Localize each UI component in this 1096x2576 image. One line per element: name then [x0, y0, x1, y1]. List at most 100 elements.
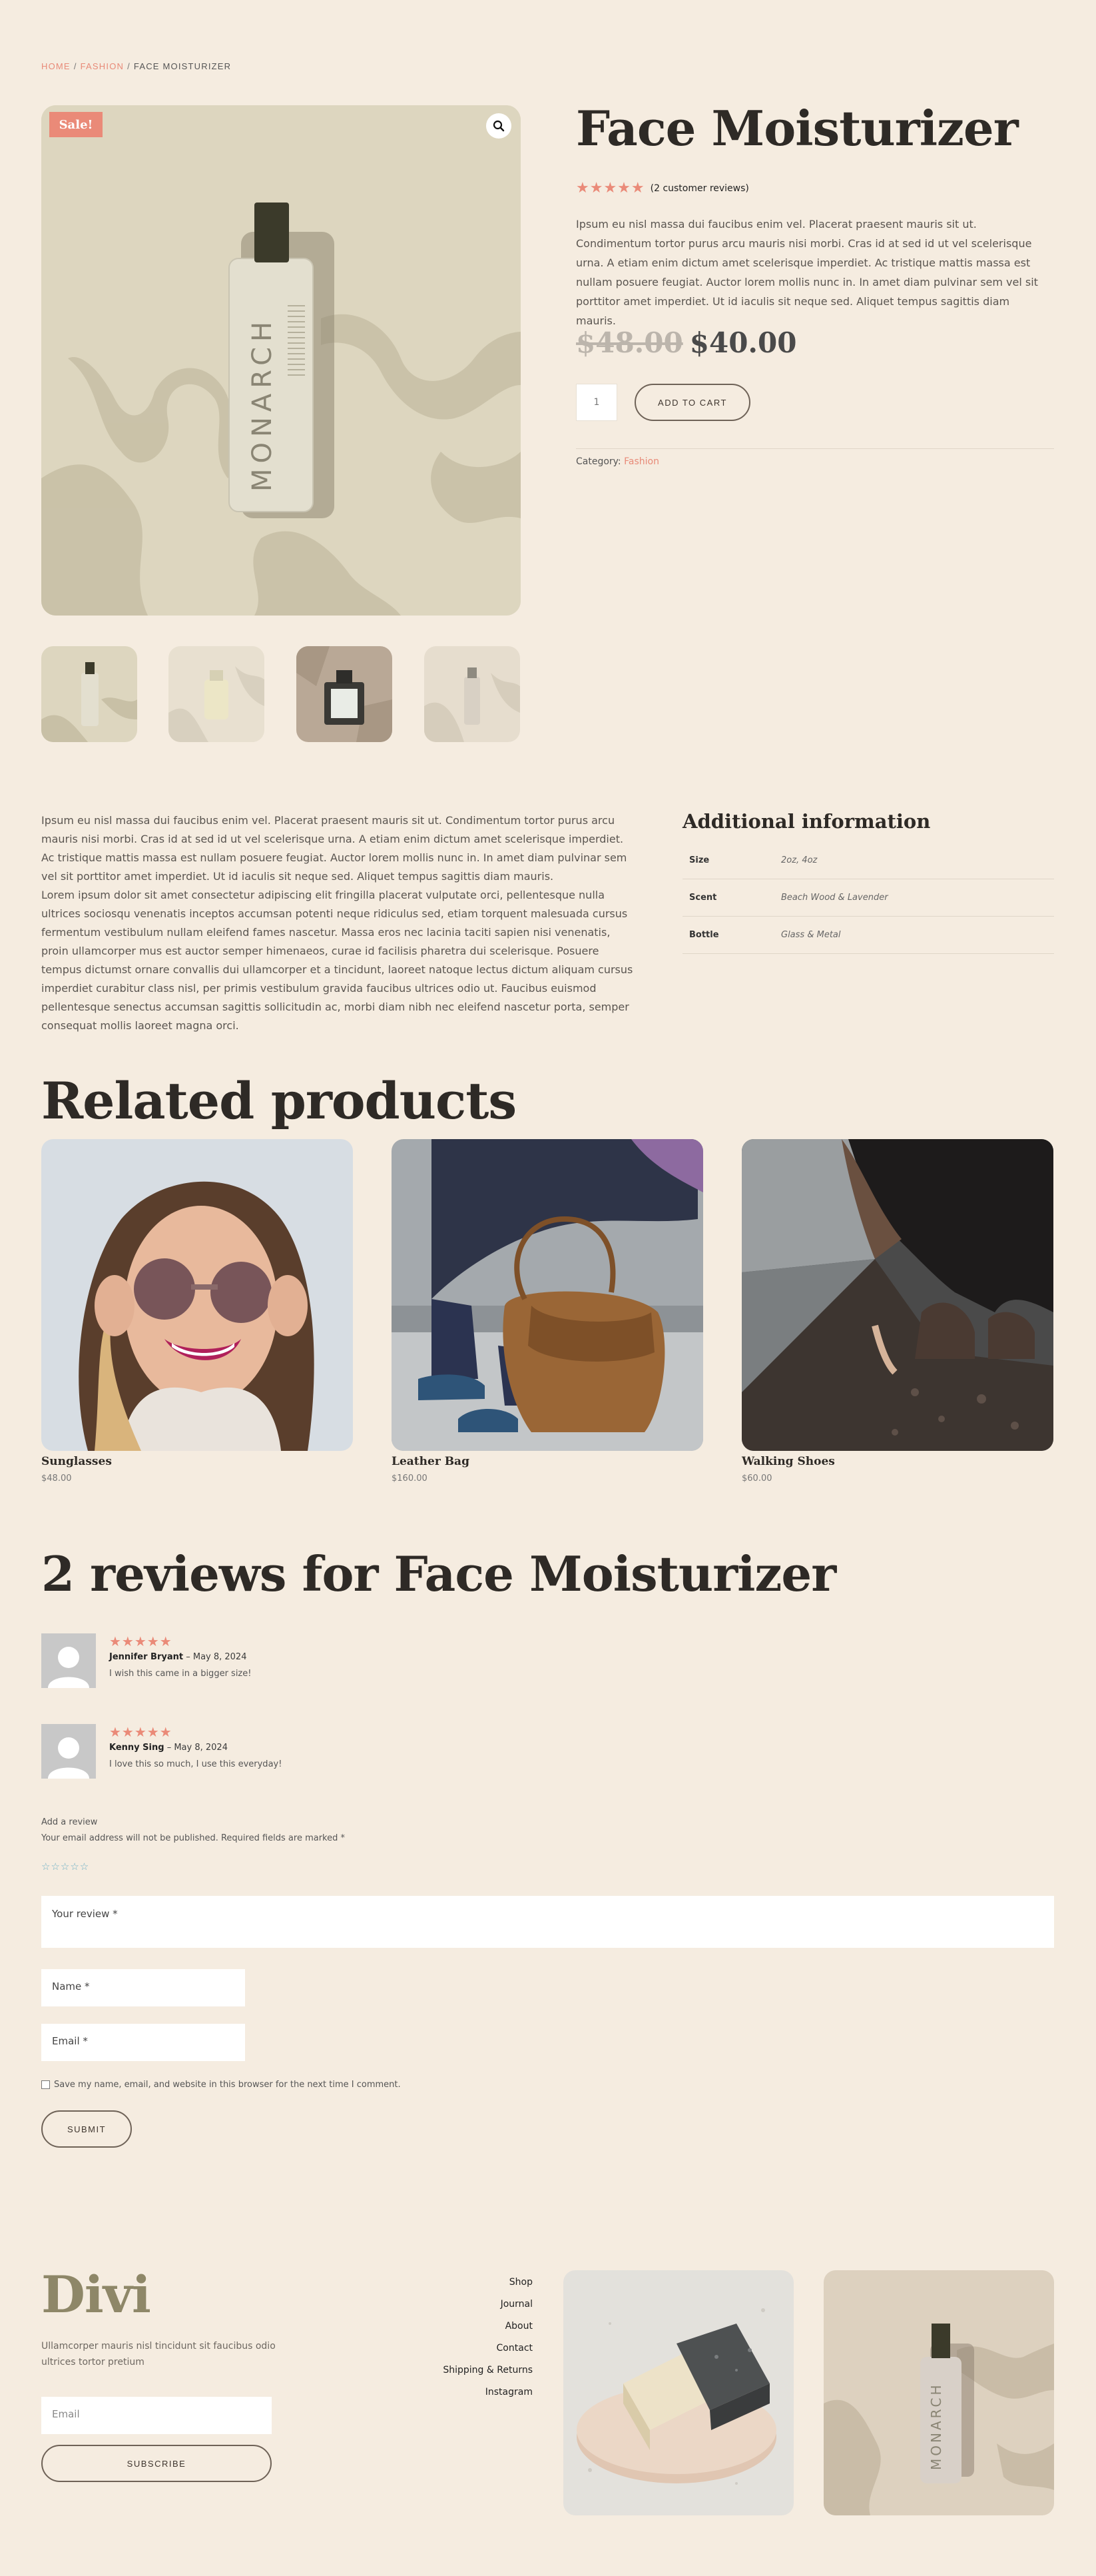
- footer-link-instagram[interactable]: Instagram: [400, 2381, 533, 2403]
- thumbnail-image: [296, 646, 392, 742]
- breadcrumb-separator: /: [127, 61, 131, 71]
- product-long-description: Ipsum eu nisl massa dui faucibus enim ve…: [41, 814, 633, 1032]
- review-item: ★★★★★ Kenny Sing – May 8, 2024 I love th…: [41, 1724, 282, 1779]
- product-category: Category: Fashion: [576, 456, 659, 467]
- soap-photo: [563, 2270, 794, 2515]
- thumbnail-image: [41, 646, 137, 742]
- breadcrumb-separator: /: [73, 61, 77, 71]
- leather-bag-photo: [392, 1139, 703, 1451]
- related-product-price: $60.00: [742, 1474, 772, 1484]
- bottle-photo: MONARCH: [824, 2270, 1054, 2515]
- review-author: Kenny Sing: [109, 1743, 164, 1753]
- attribute-value: 2oz, 4oz: [781, 855, 818, 865]
- related-product-price: $160.00: [392, 1474, 427, 1484]
- user-avatar-icon: [41, 1633, 96, 1688]
- product-main-image[interactable]: MONARCH Sale!: [41, 105, 521, 616]
- footer-logo[interactable]: Divi: [41, 2265, 151, 2324]
- thumbnail-4[interactable]: [424, 646, 520, 742]
- additional-info-title: Additional information: [683, 810, 931, 833]
- breadcrumb: Home / Fashion / Face Moisturizer: [41, 61, 231, 71]
- product-title: Face Moisturizer: [576, 100, 1019, 157]
- review-textarea[interactable]: Your review *: [41, 1896, 1054, 1948]
- review-stars: ★★★★★: [109, 1633, 172, 1649]
- additional-info-row: Bottle Glass & Metal: [683, 917, 1054, 954]
- review-author: Jennifer Bryant: [109, 1652, 184, 1662]
- save-info-checkbox[interactable]: [41, 2080, 50, 2089]
- sunglasses-photo: [41, 1139, 353, 1451]
- related-product-image[interactable]: [742, 1139, 1053, 1451]
- thumbnail-3[interactable]: [296, 646, 392, 742]
- save-info-label: Save my name, email, and website in this…: [54, 2080, 401, 2090]
- avatar: [41, 1724, 96, 1779]
- footer-link-journal[interactable]: Journal: [400, 2294, 533, 2316]
- related-product-card[interactable]: Leather Bag $160.00: [392, 1139, 703, 1484]
- related-product-name[interactable]: Leather Bag: [392, 1455, 703, 1468]
- product-price: $48.00 $40.00: [576, 326, 797, 359]
- customer-reviews-link[interactable]: (2 customer reviews): [651, 183, 749, 194]
- footer-nav: Shop Journal About Contact Shipping & Re…: [400, 2272, 533, 2403]
- attribute-value: Beach Wood & Lavender: [781, 893, 888, 903]
- attribute-name: Bottle: [689, 930, 719, 940]
- quantity-input[interactable]: 1: [576, 384, 617, 421]
- product-photo: MONARCH: [41, 105, 521, 616]
- email-field[interactable]: Email *: [41, 2024, 245, 2061]
- bottle-brand-text: MONARCH: [247, 316, 278, 492]
- reviews-title: 2 reviews for Face Moisturizer: [41, 1545, 836, 1602]
- footer-link-contact[interactable]: Contact: [400, 2338, 533, 2360]
- category-link[interactable]: Fashion: [624, 456, 659, 467]
- add-review-heading: Add a review: [41, 1817, 98, 1827]
- breadcrumb-home-link[interactable]: Home: [41, 61, 71, 71]
- attribute-name: Size: [689, 855, 710, 865]
- additional-info-table: Size 2oz, 4oz Scent Beach Wood & Lavende…: [683, 842, 1054, 954]
- price-original: $48.00: [576, 326, 683, 359]
- footer-link-shop[interactable]: Shop: [400, 2272, 533, 2294]
- breadcrumb-category-link[interactable]: Fashion: [81, 61, 124, 71]
- star-rating-input[interactable]: ☆☆☆☆☆: [41, 1861, 89, 1873]
- review-item: ★★★★★ Jennifer Bryant – May 8, 2024 I wi…: [41, 1633, 251, 1688]
- related-product-card[interactable]: Sunglasses $48.00: [41, 1139, 353, 1484]
- footer-link-shipping[interactable]: Shipping & Returns: [400, 2360, 533, 2381]
- additional-info-row: Scent Beach Wood & Lavender: [683, 879, 1054, 917]
- divider: [576, 448, 1054, 449]
- rating-stars: ★★★★★: [576, 180, 645, 197]
- additional-info-row: Size 2oz, 4oz: [683, 842, 1054, 879]
- related-product-name[interactable]: Walking Shoes: [742, 1455, 1053, 1468]
- submit-button[interactable]: Submit: [41, 2110, 132, 2148]
- related-product-price: $48.00: [41, 1474, 72, 1484]
- footer-image-soap: [563, 2270, 794, 2515]
- review-text: I wish this came in a bigger size!: [109, 1669, 252, 1679]
- attribute-name: Scent: [689, 893, 717, 903]
- review-date: – May 8, 2024: [186, 1652, 247, 1662]
- related-product-card[interactable]: Walking Shoes $60.00: [742, 1139, 1053, 1484]
- price-sale: $40.00: [689, 326, 797, 359]
- magnifier-icon: [493, 120, 505, 132]
- breadcrumb-current: Face Moisturizer: [133, 61, 232, 71]
- thumbnail-image: [168, 646, 264, 742]
- product-rating: ★★★★★ (2 customer reviews): [576, 180, 749, 197]
- review-text: I love this so much, I use this everyday…: [109, 1759, 282, 1769]
- user-avatar-icon: [41, 1724, 96, 1779]
- footer-description: Ullamcorper mauris nisl tincidunt sit fa…: [41, 2341, 276, 2367]
- related-products-title: Related products: [41, 1071, 517, 1130]
- thumbnail-1[interactable]: [41, 646, 137, 742]
- product-short-description: Ipsum eu nisl massa dui faucibus enim ve…: [576, 218, 1038, 327]
- footer-image-bottle: MONARCH: [824, 2270, 1054, 2515]
- walking-shoes-photo: [742, 1139, 1053, 1451]
- zoom-button[interactable]: [486, 113, 511, 139]
- add-to-cart-button[interactable]: Add to cart: [635, 384, 750, 421]
- sale-badge: Sale!: [49, 112, 103, 137]
- footer-link-about[interactable]: About: [400, 2316, 533, 2338]
- name-field[interactable]: Name *: [41, 1969, 245, 2006]
- review-date: – May 8, 2024: [166, 1743, 228, 1753]
- related-product-image[interactable]: [392, 1139, 703, 1451]
- footer-bottle-brand-text: MONARCH: [928, 2382, 944, 2470]
- save-info-row: Save my name, email, and website in this…: [41, 2080, 401, 2090]
- newsletter-email-input[interactable]: Email: [41, 2397, 272, 2434]
- subscribe-button[interactable]: Subscribe: [41, 2445, 272, 2482]
- related-product-image[interactable]: [41, 1139, 353, 1451]
- avatar: [41, 1633, 96, 1688]
- thumbnail-2[interactable]: [168, 646, 264, 742]
- required-fields-note: Your email address will not be published…: [41, 1833, 345, 1843]
- related-product-name[interactable]: Sunglasses: [41, 1455, 353, 1468]
- category-label: Category:: [576, 456, 621, 467]
